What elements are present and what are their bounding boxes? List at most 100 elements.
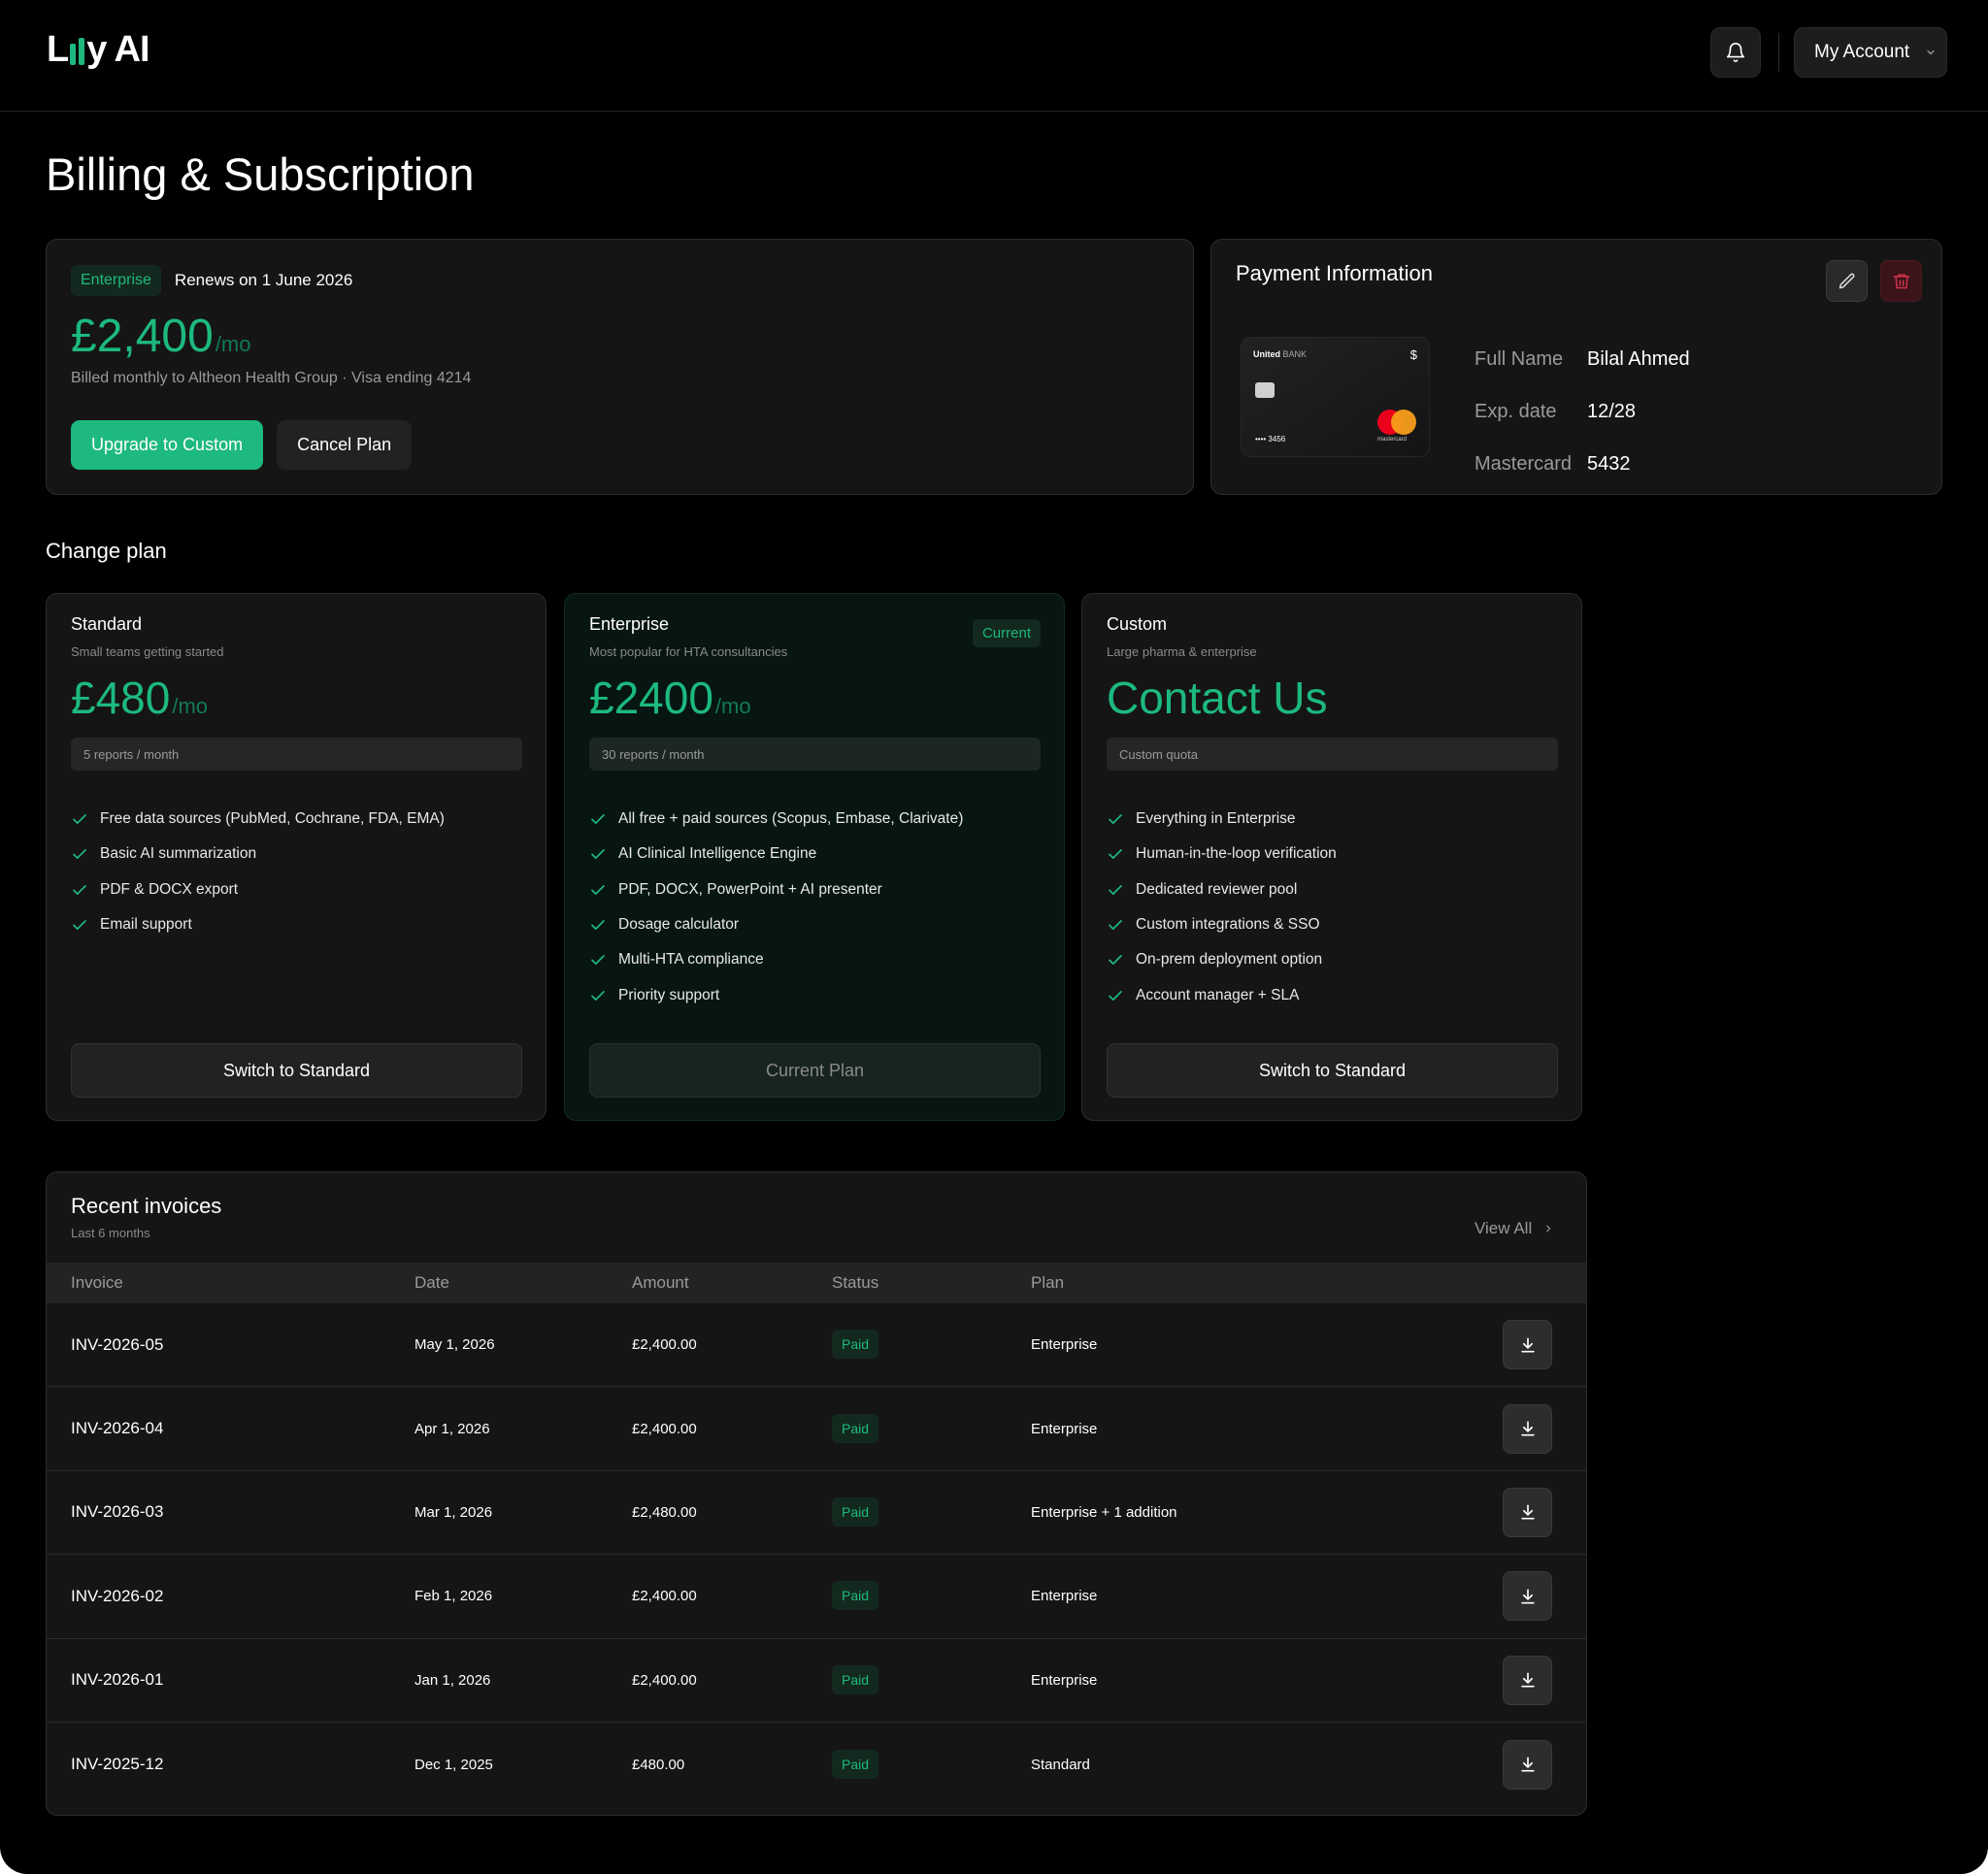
edit-payment-button[interactable] [1826, 260, 1868, 302]
app-window: L y AI My Account Billing & Subscription… [0, 0, 1988, 1874]
feature-text: AI Clinical Intelligence Engine [618, 845, 817, 863]
value-exp-date: 12/28 [1587, 400, 1637, 422]
table-row: INV-2026-04 Apr 1, 2026 £2,400.00 Paid Enter… [47, 1387, 1586, 1471]
download-invoice-button[interactable] [1503, 1320, 1552, 1370]
logo[interactable]: L y AI [47, 29, 150, 71]
feature-text: PDF, DOCX, PowerPoint + AI presenter [618, 880, 882, 898]
current-plan-button: Current Plan [589, 1043, 1041, 1098]
download-invoice-button[interactable] [1503, 1655, 1552, 1705]
invoices-title: Recent invoices [71, 1194, 222, 1218]
subscription-card: Enterprise Renews on 1 June 2026 £2,400 … [46, 239, 1194, 495]
col-header-invoice[interactable]: Invoice [71, 1273, 123, 1293]
status-badge: Paid [832, 1330, 879, 1360]
feature-item: Free data sources (PubMed, Cochrane, FDA… [71, 802, 445, 837]
value-full-name: Bilal Ahmed [1587, 347, 1690, 370]
check-icon [73, 884, 86, 895]
price-unit: /mo [215, 332, 251, 356]
invoice-id: INV-2026-03 [71, 1502, 164, 1522]
status-badge: Paid [832, 1749, 879, 1779]
label-card-type: Mastercard [1474, 452, 1573, 475]
download-invoice-button[interactable] [1503, 1403, 1552, 1454]
table-header: Invoice Date Amount Status Plan [47, 1263, 1586, 1303]
delete-payment-button[interactable] [1880, 260, 1922, 302]
feature-item: Basic AI summarization [71, 837, 445, 871]
invoice-amount: £2,480.00 [632, 1503, 697, 1521]
check-icon [591, 990, 605, 1001]
feature-text: Human-in-the-loop verification [1136, 845, 1337, 863]
account-label: My Account [1814, 42, 1910, 62]
download-icon [1520, 1757, 1535, 1772]
check-icon [73, 920, 86, 930]
col-header-amount[interactable]: Amount [632, 1273, 689, 1293]
card-bank: United BANK [1253, 349, 1308, 359]
invoice-plan: Enterprise + 1 addition [1031, 1503, 1177, 1521]
col-header-status[interactable]: Status [832, 1273, 878, 1293]
check-icon [1109, 920, 1122, 930]
page-title: Billing & Subscription [46, 148, 475, 200]
status-badge: Paid [832, 1496, 879, 1527]
logo-text-start: L [47, 29, 69, 70]
plan-price-unit: /mo [172, 694, 209, 718]
current-badge: Current [972, 619, 1041, 647]
switch-plan-button[interactable]: Switch to Standard [1107, 1043, 1558, 1098]
invoice-status: Paid [832, 1664, 879, 1694]
check-icon [73, 814, 86, 825]
feature-item: On-prem deployment option [1107, 942, 1337, 977]
notifications-button[interactable] [1710, 27, 1761, 78]
table-row: INV-2026-01 Jan 1, 2026 £2,400.00 Paid Enter… [47, 1639, 1586, 1723]
feature-item: Dosage calculator [589, 907, 963, 942]
invoice-date: May 1, 2026 [414, 1336, 495, 1354]
plan-badge: Enterprise [71, 265, 161, 296]
pencil-icon [1839, 273, 1854, 288]
download-invoice-button[interactable] [1503, 1571, 1552, 1622]
download-invoice-button[interactable] [1503, 1739, 1552, 1790]
feature-text: Basic AI summarization [100, 845, 257, 863]
top-bar: L y AI My Account [0, 0, 1988, 112]
check-icon [591, 920, 605, 930]
plan-price: Contact Us [1107, 672, 1328, 724]
feature-text: Dosage calculator [618, 916, 740, 934]
plan-subtitle: Most popular for HTA consultancies [589, 644, 788, 659]
invoice-plan: Standard [1031, 1756, 1090, 1773]
check-icon [591, 849, 605, 860]
invoice-plan: Enterprise [1031, 1588, 1098, 1605]
status-badge: Paid [832, 1413, 879, 1443]
invoice-status: Paid [832, 1581, 879, 1611]
feature-item: Email support [71, 907, 445, 942]
col-header-date[interactable]: Date [414, 1273, 449, 1293]
upgrade-button[interactable]: Upgrade to Custom [71, 420, 264, 470]
view-all-link[interactable]: View All [1474, 1219, 1553, 1238]
invoice-id: INV-2026-02 [71, 1586, 164, 1605]
label-exp-date: Exp. date [1474, 400, 1557, 422]
invoice-status: Paid [832, 1330, 879, 1360]
download-icon [1520, 1421, 1535, 1436]
feature-text: PDF & DOCX export [100, 880, 239, 898]
header-divider [1778, 33, 1779, 72]
plan-price-amount: £480 [71, 673, 171, 723]
table-row: INV-2026-03 Mar 1, 2026 £2,480.00 Paid Enter… [47, 1471, 1586, 1556]
feature-item: AI Clinical Intelligence Engine [589, 837, 963, 871]
invoice-status: Paid [832, 1496, 879, 1527]
col-header-plan[interactable]: Plan [1031, 1273, 1064, 1293]
switch-to-standard-button[interactable]: Switch to Standard [71, 1043, 522, 1098]
status-badge: Paid [832, 1581, 879, 1611]
renewal-date: Renews on 1 June 2026 [174, 271, 353, 289]
table-row: INV-2025-12 Dec 1, 2025 £480.00 Paid Standar… [47, 1723, 1586, 1806]
feature-text: All free + paid sources (Scopus, Embase,… [618, 810, 964, 828]
plan-card-enterprise: Enterprise Most popular for HTA consulta… [564, 593, 1065, 1121]
logo-bars-icon [70, 38, 85, 65]
feature-item: Everything in Enterprise [1107, 802, 1337, 837]
invoice-date: Apr 1, 2026 [414, 1420, 490, 1437]
feature-item: Multi-HTA compliance [589, 942, 963, 977]
plan-name: Custom [1107, 614, 1168, 634]
invoice-amount: £480.00 [632, 1756, 685, 1773]
account-menu-button[interactable]: My Account [1794, 27, 1947, 78]
plan-name: Standard [71, 614, 143, 634]
cancel-plan-button[interactable]: Cancel Plan [277, 420, 413, 470]
download-invoice-button[interactable] [1503, 1487, 1552, 1537]
invoice-amount: £2,400.00 [632, 1420, 697, 1437]
billing-description: Billed monthly to Altheon Health Group ·… [71, 370, 472, 386]
price-amount: £2,400 [71, 311, 214, 362]
feature-text: Account manager + SLA [1136, 986, 1300, 1003]
check-icon [1109, 990, 1122, 1001]
